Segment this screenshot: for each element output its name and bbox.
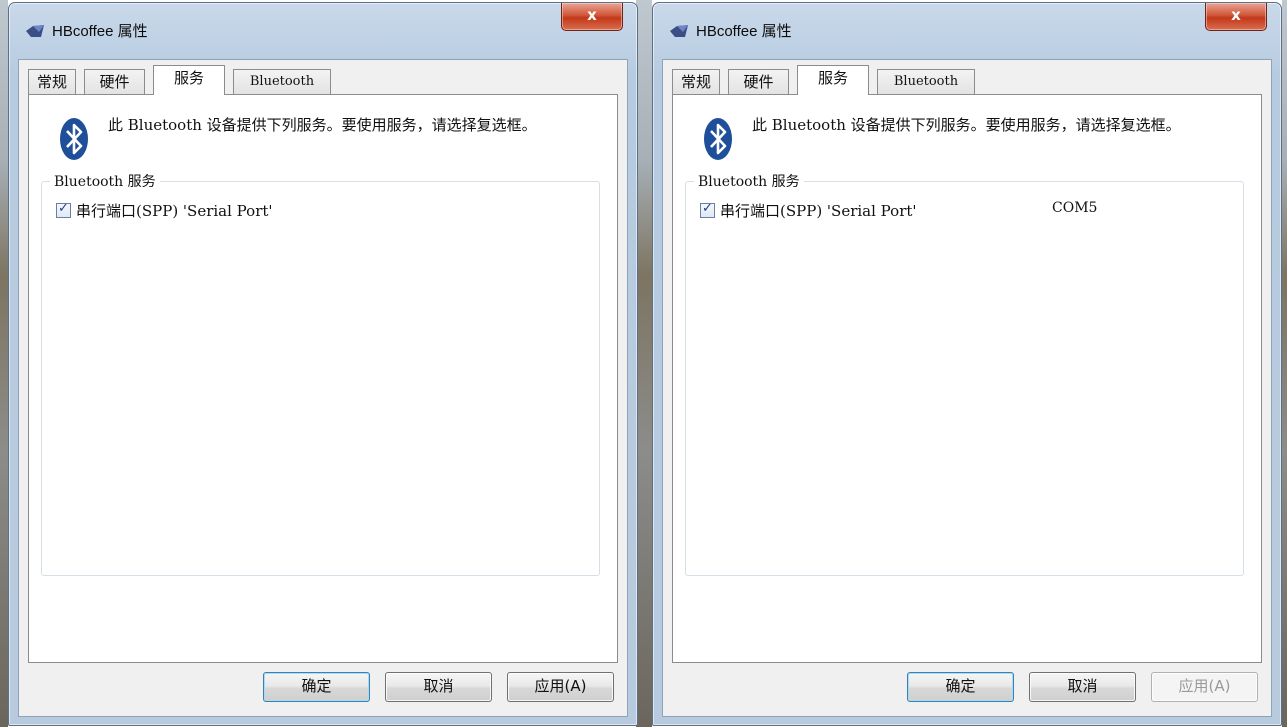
bluetooth-services-group: Bluetooth 服务 ✓ 串行端口(SPP) 'Serial Port' C… bbox=[685, 171, 1244, 576]
group-title: Bluetooth 服务 bbox=[50, 171, 160, 191]
ok-button[interactable]: 确定 bbox=[263, 672, 370, 702]
tab-services[interactable]: 服务 bbox=[797, 65, 869, 95]
cancel-button[interactable]: 取消 bbox=[1029, 672, 1136, 702]
close-icon[interactable]: x bbox=[561, 3, 623, 31]
app-icon bbox=[670, 25, 688, 37]
checkmark-icon: ✓ bbox=[58, 201, 69, 216]
dialog-client: 常规 硬件 服务 Bluetooth 此 Bluetooth 设备提供下列服务。… bbox=[18, 59, 628, 717]
service-port: COM5 bbox=[1052, 200, 1098, 216]
group-title: Bluetooth 服务 bbox=[694, 171, 804, 191]
services-description: 此 Bluetooth 设备提供下列服务。要使用服务，请选择复选框。 bbox=[108, 116, 537, 134]
tab-hardware[interactable]: 硬件 bbox=[728, 69, 789, 94]
tab-general[interactable]: 常规 bbox=[28, 69, 76, 94]
background-strip bbox=[636, 0, 652, 727]
app-icon bbox=[26, 25, 44, 37]
bluetooth-services-group: Bluetooth 服务 ✓ 串行端口(SPP) 'Serial Port' bbox=[41, 171, 600, 576]
background-strip bbox=[1282, 0, 1287, 727]
properties-window-2: HBcoffee 属性 x 常规 硬件 服务 Bluetooth 此 Bluet… bbox=[652, 2, 1282, 726]
services-panel: 此 Bluetooth 设备提供下列服务。要使用服务，请选择复选框。 Bluet… bbox=[672, 94, 1262, 663]
tab-bluetooth[interactable]: Bluetooth bbox=[877, 69, 975, 94]
apply-button: 应用(A) bbox=[1151, 672, 1258, 702]
service-row[interactable]: ✓ 串行端口(SPP) 'Serial Port' COM5 bbox=[700, 200, 1233, 220]
title-bar[interactable]: HBcoffee 属性 x bbox=[653, 3, 1281, 59]
apply-button[interactable]: 应用(A) bbox=[507, 672, 614, 702]
services-panel: 此 Bluetooth 设备提供下列服务。要使用服务，请选择复选框。 Bluet… bbox=[28, 94, 618, 663]
service-checkbox[interactable]: ✓ bbox=[700, 201, 715, 218]
services-description: 此 Bluetooth 设备提供下列服务。要使用服务，请选择复选框。 bbox=[752, 116, 1181, 134]
tab-hardware[interactable]: 硬件 bbox=[84, 69, 145, 94]
tab-general[interactable]: 常规 bbox=[672, 69, 720, 94]
close-icon[interactable]: x bbox=[1205, 3, 1267, 31]
bluetooth-icon bbox=[60, 118, 88, 160]
tab-bluetooth[interactable]: Bluetooth bbox=[233, 69, 331, 94]
ok-button[interactable]: 确定 bbox=[907, 672, 1014, 702]
properties-window-1: HBcoffee 属性 x 常规 硬件 服务 Bluetooth 此 Bluet… bbox=[8, 2, 638, 726]
title-bar[interactable]: HBcoffee 属性 x bbox=[9, 3, 637, 59]
dialog-client: 常规 硬件 服务 Bluetooth 此 Bluetooth 设备提供下列服务。… bbox=[662, 59, 1272, 717]
background-strip bbox=[0, 0, 8, 727]
window-title: HBcoffee 属性 bbox=[52, 23, 148, 40]
service-label: 串行端口(SPP) 'Serial Port' bbox=[720, 202, 917, 220]
service-row[interactable]: ✓ 串行端口(SPP) 'Serial Port' bbox=[56, 201, 589, 220]
window-title: HBcoffee 属性 bbox=[696, 23, 792, 40]
service-label: 串行端口(SPP) 'Serial Port' bbox=[76, 202, 273, 220]
service-checkbox[interactable]: ✓ bbox=[56, 201, 71, 218]
bluetooth-icon bbox=[704, 118, 732, 160]
checkmark-icon: ✓ bbox=[702, 201, 713, 216]
tab-services[interactable]: 服务 bbox=[153, 65, 225, 95]
cancel-button[interactable]: 取消 bbox=[385, 672, 492, 702]
